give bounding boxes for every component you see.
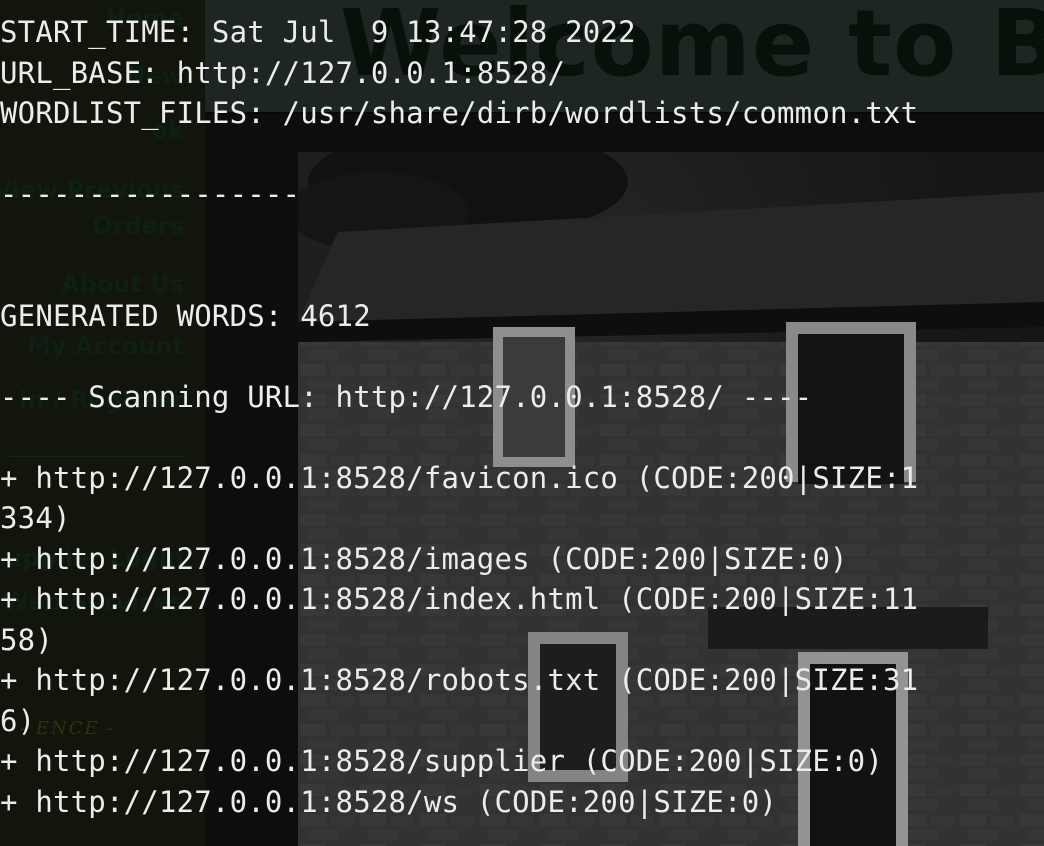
terminal-line-result: + http://127.0.0.1:8528/index.html (CODE… — [0, 582, 919, 616]
terminal-line-result: + http://127.0.0.1:8528/ws (CODE:200|SIZ… — [0, 784, 778, 819]
terminal-line-scanning: ---- Scanning URL: http://127.0.0.1:8528… — [0, 379, 813, 414]
terminal-line-result: + http://127.0.0.1:8528/favicon.ico (COD… — [0, 460, 919, 495]
terminal-line-result-wrap: 334) — [0, 501, 71, 535]
terminal-line-result-wrap: 58) — [0, 622, 53, 657]
terminal-line-start-time: START_TIME: Sat Jul 9 13:47:28 2022 — [0, 15, 636, 49]
terminal-window[interactable]: START_TIME: Sat Jul 9 13:47:28 2022 URL_B… — [0, 0, 1044, 846]
terminal-line-separator: ----------------- — [0, 177, 301, 211]
terminal-line-url-base: URL_BASE: http://127.0.0.1:8528/ — [0, 55, 566, 90]
terminal-output: START_TIME: Sat Jul 9 13:47:28 2022 URL_B… — [0, 12, 918, 822]
terminal-line-result: + http://127.0.0.1:8528/images (CODE:200… — [0, 541, 848, 576]
terminal-line-result: + http://127.0.0.1:8528/robots.txt (CODE… — [0, 663, 919, 697]
terminal-line-generated-words: GENERATED WORDS: 4612 — [0, 298, 371, 333]
terminal-line-result-wrap: 6) — [0, 703, 36, 738]
terminal-line-result: + http://127.0.0.1:8528/supplier (CODE:2… — [0, 744, 883, 778]
terminal-line-wordlist: WORDLIST_FILES: /usr/share/dirb/wordlist… — [0, 96, 919, 130]
